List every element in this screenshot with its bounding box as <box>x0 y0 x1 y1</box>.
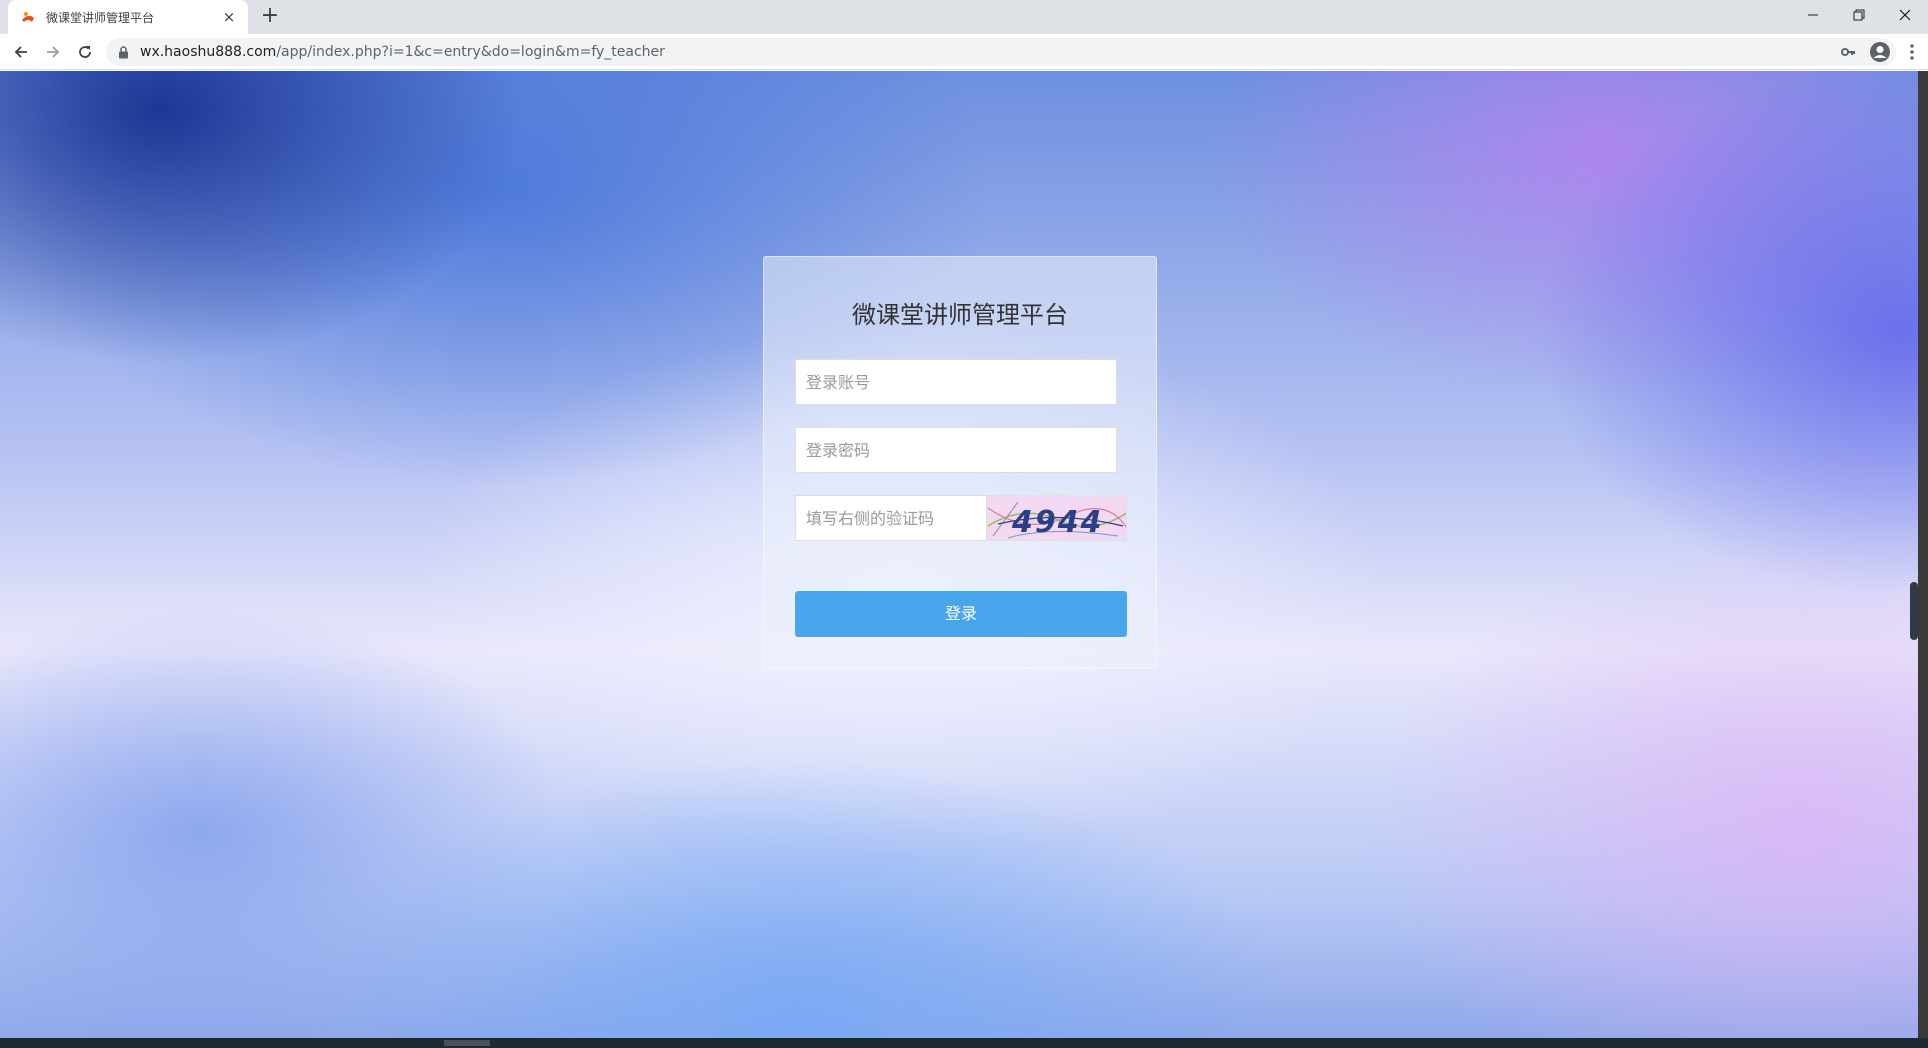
captcha-input[interactable] <box>795 495 987 541</box>
address-bar[interactable]: wx.haoshu888.com/app/index.php?i=1&c=ent… <box>106 38 1896 66</box>
close-icon[interactable] <box>1882 0 1928 30</box>
browser-tab[interactable]: 微课堂讲师管理平台 × <box>8 0 248 34</box>
vertical-scrollbar[interactable] <box>1918 71 1928 1038</box>
forward-icon[interactable] <box>42 41 64 63</box>
browser-toolbar: wx.haoshu888.com/app/index.php?i=1&c=ent… <box>0 34 1928 70</box>
scrollbar-thumb[interactable] <box>1910 582 1918 640</box>
tab-close-icon[interactable]: × <box>220 8 238 26</box>
lock-icon[interactable] <box>118 45 132 59</box>
tab-title: 微课堂讲师管理平台 <box>46 10 155 25</box>
restore-icon[interactable] <box>1836 0 1882 30</box>
url-host: wx.haoshu888.com <box>140 44 277 60</box>
taskbar-edge <box>0 1038 1928 1048</box>
back-icon[interactable] <box>10 41 32 63</box>
site-favicon-icon <box>20 9 36 25</box>
page-title: 微课堂讲师管理平台 <box>852 301 1068 329</box>
url-path: /app/index.php?i=1&c=entry&do=login&m=fy… <box>276 44 665 60</box>
account-icon[interactable] <box>1864 38 1896 66</box>
reload-icon[interactable] <box>74 41 96 63</box>
toolbar-right <box>1864 38 1928 66</box>
login-button[interactable]: 登录 <box>795 591 1127 637</box>
horizontal-scrollbar-thumb[interactable] <box>444 1040 490 1046</box>
key-icon[interactable] <box>1832 38 1864 66</box>
url-text[interactable]: wx.haoshu888.com/app/index.php?i=1&c=ent… <box>140 44 665 60</box>
new-tab-button[interactable]: + <box>258 5 282 29</box>
login-card: 微课堂讲师管理平台 4944 登录 <box>763 256 1157 669</box>
menu-icon[interactable] <box>1896 38 1928 66</box>
tab-strip: 微课堂讲师管理平台 × + <box>0 0 1928 34</box>
captcha-code: 4944 <box>1011 505 1104 540</box>
minimize-icon[interactable] <box>1790 0 1836 30</box>
account-input[interactable] <box>795 359 1117 405</box>
captcha-image[interactable]: 4944 <box>987 495 1127 541</box>
window-controls <box>1790 0 1928 30</box>
page-background: 微课堂讲师管理平台 4944 登录 <box>0 71 1918 1038</box>
password-input[interactable] <box>795 427 1117 473</box>
